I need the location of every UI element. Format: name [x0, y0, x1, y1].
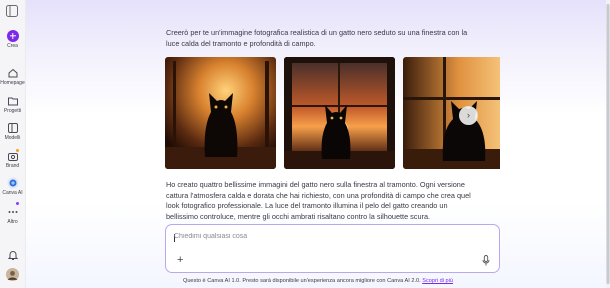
chat-composer: +	[165, 224, 500, 273]
chevron-right-icon: ›	[467, 110, 470, 120]
microphone-icon[interactable]	[482, 255, 490, 266]
assistant-response-message: Ho creato quattro bellissime immagini de…	[166, 180, 471, 221]
sidebar-item-brand[interactable]: Brand	[0, 149, 25, 169]
sidebar-item-label: Brand	[5, 163, 20, 169]
plus-icon	[6, 30, 19, 42]
black-cat-image-2-picture	[284, 57, 395, 169]
black-cat-image-2[interactable]	[284, 57, 395, 169]
sidebar: Crea Homepage Progetti Modelli Brand Can…	[0, 0, 26, 288]
canva-ai-icon	[7, 177, 18, 189]
sidebar-item-label: Homepage	[0, 80, 25, 86]
folder-icon	[7, 97, 18, 106]
sidebar-item-more[interactable]: Altro	[0, 202, 25, 225]
black-cat-image-3-picture	[403, 57, 500, 169]
gallery-next-button[interactable]: ›	[459, 106, 478, 125]
add-attachment-button[interactable]: +	[177, 255, 183, 266]
account-button[interactable]	[0, 268, 25, 281]
image-gallery	[165, 57, 500, 171]
scrollbar[interactable]	[606, 0, 610, 288]
black-cat-image-3[interactable]	[403, 57, 500, 169]
sidebar-item-label: Altro	[7, 219, 18, 225]
brand-badge	[16, 149, 19, 152]
sidebar-item-create[interactable]: Crea	[0, 30, 25, 49]
sidebar-item-label: Modelli	[4, 135, 21, 141]
footer-text: Questo è Canva AI 1.0. Presto sarà dispo…	[182, 278, 421, 284]
notifications-button[interactable]	[0, 249, 25, 261]
plus-icon: +	[177, 254, 184, 266]
sidebar-item-label: Canva AI	[2, 190, 23, 196]
black-cat-image-1-picture	[165, 57, 276, 169]
more-badge	[16, 202, 19, 205]
black-cat-image-1[interactable]	[165, 57, 276, 169]
sidebar-item-projects[interactable]: Progetti	[0, 95, 25, 114]
learn-more-link[interactable]: Scopri di più	[422, 278, 453, 284]
templates-icon	[7, 123, 18, 133]
more-icon	[8, 211, 17, 213]
user-prompt-message: Creerò per te un'immagine fotografica re…	[166, 28, 468, 48]
main-panel: Creerò per te un'immagine fotografica re…	[26, 0, 610, 288]
bell-icon	[7, 251, 18, 260]
home-icon	[8, 68, 17, 78]
sidebar-item-label: Crea	[7, 43, 18, 49]
sidebar-item-canva-ai[interactable]: Canva AI	[0, 177, 25, 196]
sidebar-item-label: Progetti	[3, 108, 22, 114]
footer-notice: Questo è Canva AI 1.0. Presto sarà dispo…	[26, 278, 610, 284]
sidebar-item-templates[interactable]: Modelli	[0, 122, 25, 141]
avatar	[6, 268, 19, 281]
chat-input[interactable]	[174, 233, 474, 240]
sidebar-item-homepage[interactable]: Homepage	[0, 67, 25, 86]
sidebar-toggle-icon[interactable]	[6, 5, 18, 17]
